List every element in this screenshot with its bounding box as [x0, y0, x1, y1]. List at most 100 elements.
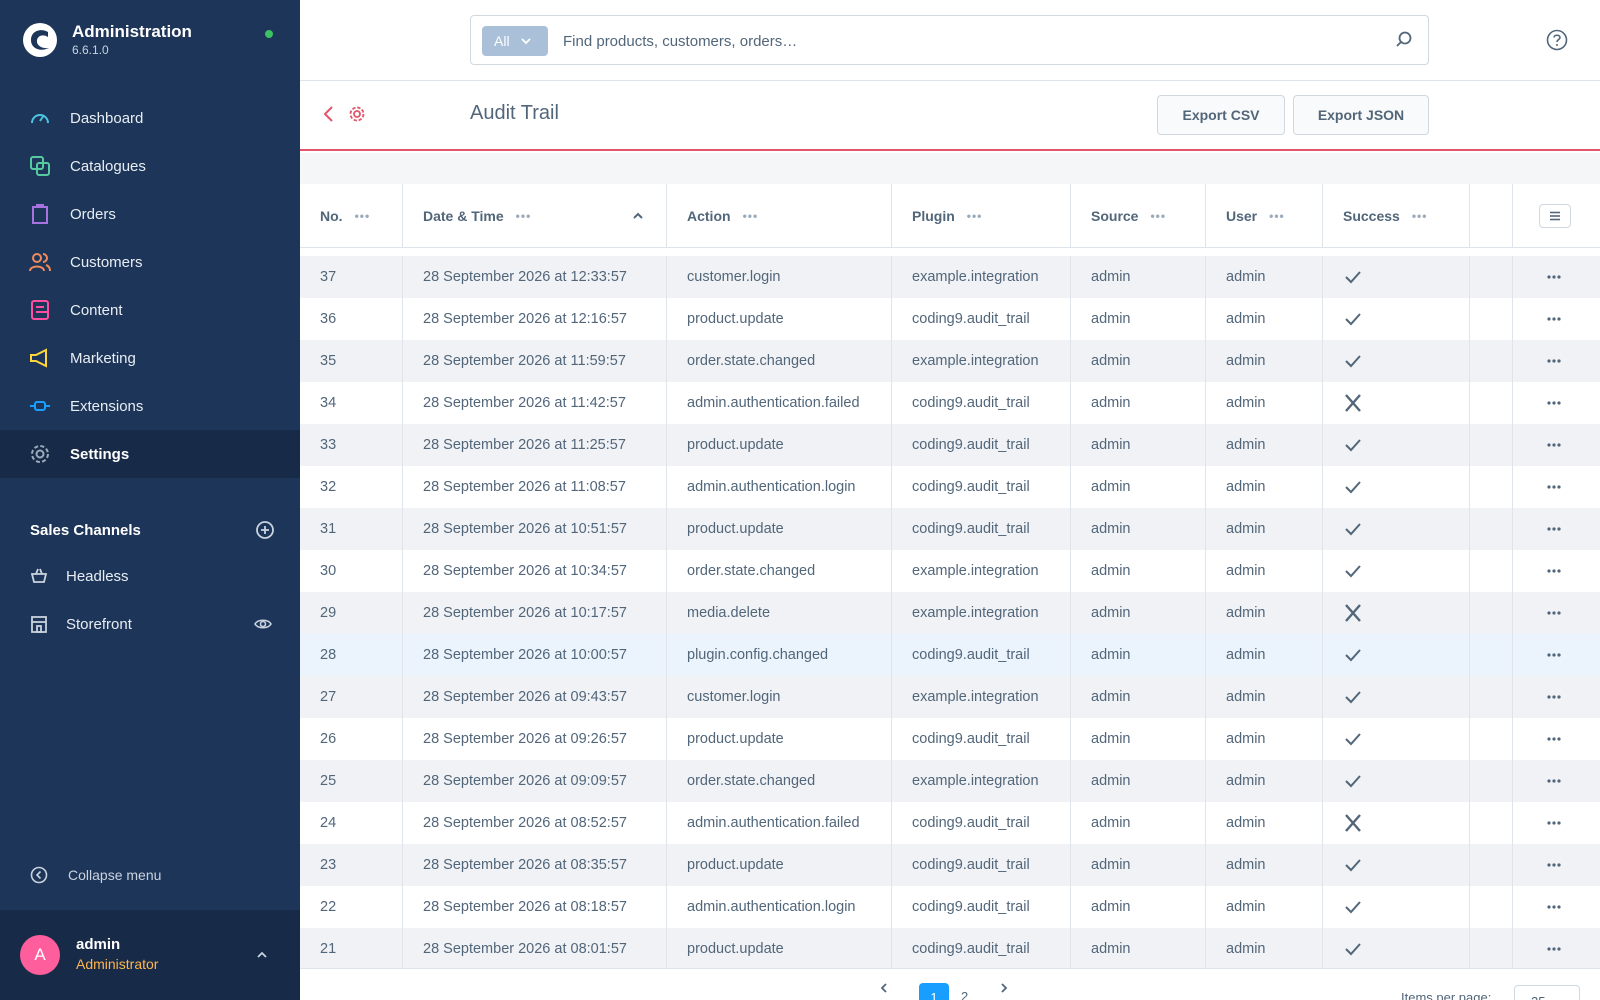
column-header-success[interactable]: Success •••: [1323, 184, 1470, 248]
column-header-plugin[interactable]: Plugin •••: [892, 184, 1071, 248]
row-actions-icon[interactable]: [1546, 269, 1562, 289]
cell-datetime: 28 September 2026 at 08:01:57: [403, 928, 667, 968]
row-actions-icon[interactable]: [1546, 479, 1562, 499]
cell-user: admin: [1206, 550, 1323, 592]
nav-item-settings[interactable]: Settings: [0, 430, 300, 478]
cell-spacer: [1470, 928, 1513, 968]
cell-source-text: admin: [1091, 563, 1131, 579]
row-actions-icon[interactable]: [1546, 731, 1562, 751]
row-actions-icon[interactable]: [1546, 521, 1562, 541]
row-actions-icon[interactable]: [1546, 857, 1562, 877]
cell-user: admin: [1206, 256, 1323, 298]
table-row[interactable]: 25 28 September 2026 at 09:09:57 order.sta…: [300, 760, 1600, 802]
nav-item-marketing[interactable]: Marketing: [0, 334, 300, 382]
sales-channel-headless[interactable]: Headless: [0, 552, 300, 600]
column-header-source[interactable]: Source •••: [1071, 184, 1206, 248]
sales-channel-storefront[interactable]: Storefront: [0, 600, 300, 648]
column-options-icon[interactable]: •••: [967, 209, 983, 223]
nav-item-content[interactable]: Content: [0, 286, 300, 334]
nav-item-extensions[interactable]: Extensions: [0, 382, 300, 430]
cell-spacer: [1470, 634, 1513, 676]
cell-source: admin: [1071, 382, 1206, 424]
list-settings-icon: [1550, 211, 1560, 221]
column-options-icon[interactable]: •••: [1150, 209, 1166, 223]
nav-item-catalogues[interactable]: Catalogues: [0, 142, 300, 190]
column-options-icon[interactable]: •••: [516, 209, 532, 223]
export-json-button[interactable]: Export JSON: [1293, 95, 1429, 135]
row-actions-icon[interactable]: [1546, 815, 1562, 835]
row-actions-icon[interactable]: [1546, 647, 1562, 667]
column-settings-button[interactable]: [1539, 204, 1571, 228]
table-row[interactable]: 26 28 September 2026 at 09:26:57 product.u…: [300, 718, 1600, 760]
items-per-page-select[interactable]: 25: [1514, 985, 1580, 1000]
row-actions-icon[interactable]: [1546, 437, 1562, 457]
row-actions-icon[interactable]: [1546, 563, 1562, 583]
table-row[interactable]: 35 28 September 2026 at 11:59:57 order.sta…: [300, 340, 1600, 382]
table-row[interactable]: 30 28 September 2026 at 10:34:57 order.sta…: [300, 550, 1600, 592]
cell-action: order.state.changed: [667, 550, 892, 592]
column-header-user[interactable]: User •••: [1206, 184, 1323, 248]
column-header-action[interactable]: Action •••: [667, 184, 892, 248]
table-row[interactable]: 22 28 September 2026 at 08:18:57 admin.aut…: [300, 886, 1600, 928]
search-input[interactable]: [563, 28, 1363, 54]
cell-no-text: 27: [320, 689, 337, 705]
table-row[interactable]: 21 28 September 2026 at 08:01:57 product.u…: [300, 928, 1600, 968]
cell-action-text: order.state.changed: [687, 353, 816, 369]
table-row[interactable]: 27 28 September 2026 at 09:43:57 customer.…: [300, 676, 1600, 718]
cell-datetime: 28 September 2026 at 12:33:57: [403, 256, 667, 298]
table-row[interactable]: 31 28 September 2026 at 10:51:57 product.u…: [300, 508, 1600, 550]
eye-icon[interactable]: [254, 615, 272, 633]
nav-item-orders[interactable]: Orders: [0, 190, 300, 238]
row-actions-icon[interactable]: [1546, 311, 1562, 331]
table-row[interactable]: 34 28 September 2026 at 11:42:57 admin.aut…: [300, 382, 1600, 424]
search-type-select[interactable]: All: [482, 26, 548, 56]
row-actions-icon[interactable]: [1546, 899, 1562, 919]
column-options-icon[interactable]: •••: [355, 209, 371, 223]
row-actions-icon[interactable]: [1546, 689, 1562, 709]
row-actions-icon[interactable]: [1546, 395, 1562, 415]
column-options-icon[interactable]: •••: [1412, 209, 1428, 223]
cell-action-text: order.state.changed: [687, 773, 816, 789]
cell-user: admin: [1206, 508, 1323, 550]
add-sales-channel-icon[interactable]: [255, 520, 275, 540]
table-row[interactable]: 32 28 September 2026 at 11:08:57 admin.aut…: [300, 466, 1600, 508]
back-arrow-icon[interactable]: [320, 105, 338, 123]
cell-source-text: admin: [1091, 941, 1131, 957]
table-row[interactable]: 24 28 September 2026 at 08:52:57 admin.aut…: [300, 802, 1600, 844]
row-actions-icon[interactable]: [1546, 941, 1562, 961]
row-actions-icon[interactable]: [1546, 353, 1562, 373]
next-page-icon[interactable]: [997, 981, 1011, 995]
export-csv-button[interactable]: Export CSV: [1157, 95, 1285, 135]
table-row[interactable]: 23 28 September 2026 at 08:35:57 product.u…: [300, 844, 1600, 886]
collapse-menu-button[interactable]: Collapse menu: [30, 866, 161, 884]
table-row[interactable]: 33 28 September 2026 at 11:25:57 product.u…: [300, 424, 1600, 466]
cell-user: admin: [1206, 634, 1323, 676]
column-options-icon[interactable]: •••: [1269, 209, 1285, 223]
page-button-current[interactable]: 1: [919, 983, 949, 1000]
nav-item-dashboard[interactable]: Dashboard: [0, 94, 300, 142]
table-row[interactable]: 29 28 September 2026 at 10:17:57 media.del…: [300, 592, 1600, 634]
chevron-up-icon[interactable]: [255, 948, 269, 962]
gear-icon[interactable]: [348, 105, 366, 123]
column-options-icon[interactable]: •••: [743, 209, 759, 223]
user-bar[interactable]: A admin Administrator: [0, 910, 300, 1000]
search-icon[interactable]: [1394, 30, 1414, 50]
column-header-datetime[interactable]: Date & Time •••: [403, 184, 667, 248]
cell-success: [1323, 760, 1470, 802]
column-header-no[interactable]: No. •••: [300, 184, 403, 248]
sort-ascending-icon[interactable]: [632, 210, 644, 222]
table-row[interactable]: 37 28 September 2026 at 12:33:57 customer.…: [300, 256, 1600, 298]
row-actions-icon[interactable]: [1546, 773, 1562, 793]
cell-spacer: [1470, 718, 1513, 760]
brand[interactable]: Administration 6.6.1.0: [22, 22, 192, 58]
table-row[interactable]: 28 28 September 2026 at 10:00:57 plugin.co…: [300, 634, 1600, 676]
cell-no-text: 34: [320, 395, 337, 411]
global-search: All: [470, 15, 1429, 65]
previous-page-icon[interactable]: [877, 981, 891, 995]
page-button-2[interactable]: 2: [961, 989, 968, 1000]
nav-item-customers[interactable]: Customers: [0, 238, 300, 286]
table-row[interactable]: 36 28 September 2026 at 12:16:57 product.u…: [300, 298, 1600, 340]
cell-success: [1323, 298, 1470, 340]
help-icon[interactable]: [1546, 29, 1568, 51]
row-actions-icon[interactable]: [1546, 605, 1562, 625]
